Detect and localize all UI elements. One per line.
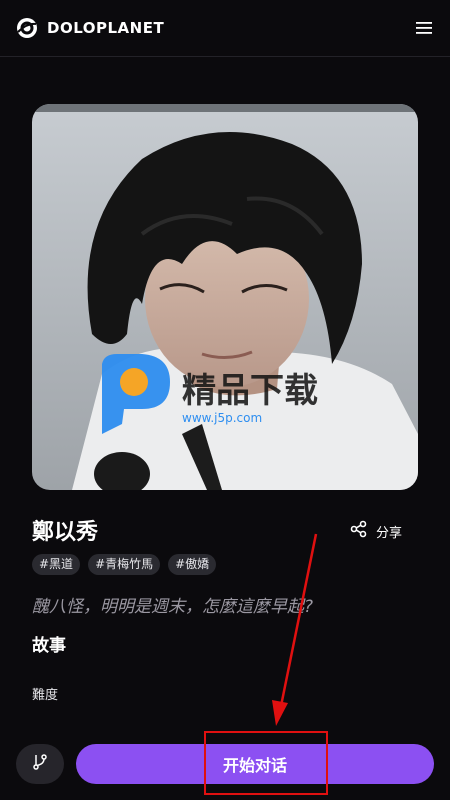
difficulty-label: 難度 <box>32 688 59 703</box>
top-bar: DOLOPLANET <box>0 0 450 57</box>
branch-button[interactable] <box>16 744 64 784</box>
brand-name[interactable]: DOLOPLANET <box>47 19 164 37</box>
character-cover-image: 精品下载 www.j5p.com <box>32 104 418 490</box>
share-label: 分享 <box>376 525 403 541</box>
watermark-text: 精品下载 <box>182 371 318 411</box>
character-name: 鄭以秀 <box>32 520 99 545</box>
tag-list: #黑道 #青梅竹馬 #傲嬌 <box>32 554 217 575</box>
tag-chip[interactable]: #青梅竹馬 <box>88 554 161 575</box>
hamburger-menu-icon[interactable] <box>414 19 434 37</box>
annotation-highlight-box <box>204 731 328 795</box>
share-icon <box>350 520 368 542</box>
planet-logo-icon[interactable] <box>16 17 38 39</box>
branch-icon <box>32 753 48 775</box>
tag-chip[interactable]: #傲嬌 <box>168 554 217 575</box>
character-quote: 醜八怪，明明是週末，怎麼這麼早起? <box>32 597 314 617</box>
tag-chip[interactable]: #黑道 <box>32 554 81 575</box>
story-heading: 故事 <box>32 636 66 656</box>
watermark-url: www.j5p.com <box>182 411 262 425</box>
share-button[interactable]: 分享 <box>350 520 402 542</box>
